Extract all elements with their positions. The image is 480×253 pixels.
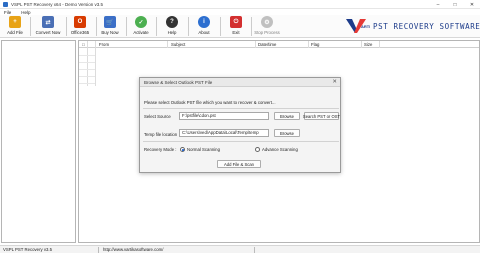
grid-row-line [79,62,95,63]
grid-column-line [167,41,168,48]
column-subject[interactable]: Subject [171,42,185,47]
status-website-link[interactable]: http://www.vartikasoftware.com/ [103,247,163,252]
cart-icon: 🛒 [104,16,116,28]
grid-column-line [95,41,96,86]
search-pst-ost-button[interactable]: Search PST or OST [303,112,340,120]
buy-now-label: Buy Now [101,30,119,35]
grid-row-line [79,55,95,56]
help-button[interactable]: ? Help [162,16,182,37]
dialog-title: Browse & Select Outlook PST File [144,80,213,85]
status-divider [254,247,255,253]
grid-header: □ From Subject Date/time Flag Size [79,41,479,48]
column-size[interactable]: Size [364,42,372,47]
help-label: Help [167,30,177,35]
toolbar-divider [66,17,67,36]
stop-process-label: Stop Process [254,30,280,35]
exit-label: Exit [232,30,240,35]
logo-text: PST RECOVERY SOFTWARE [373,21,480,31]
temp-location-label: Temp file location [144,132,178,137]
grid-row-line [79,69,95,70]
window-title: VSPL PST Recovery x64 - Demo Version v3.… [11,1,104,7]
grid-column-line [308,41,309,48]
grid-row-line [79,83,95,84]
dialog-instruction: Please select Outlook PST file which you… [144,100,276,105]
office365-button[interactable]: O Office365 [68,16,92,37]
add-file-button[interactable]: + Add File [4,16,26,37]
toolbar-divider [96,17,97,36]
exit-icon: ⏻ [230,16,242,28]
convert-now-button[interactable]: ⇄ Convert Now [34,16,62,37]
menu-help[interactable]: Help [21,10,30,15]
advance-scanning-radio[interactable] [255,147,260,152]
temp-path-field[interactable]: C:\Users\ved\AppData\Local\Temp\temp [179,129,269,137]
browse-source-button[interactable]: Browse [274,112,300,120]
info-icon: i [198,16,210,28]
activate-button[interactable]: ✓ Activate [130,16,152,37]
grid-column-line [255,41,256,48]
column-from[interactable]: From [99,42,109,47]
office365-icon: O [74,16,86,28]
normal-scanning-label: Normal Scanning [187,147,220,152]
folder-tree-pane[interactable] [1,40,76,243]
menu-file[interactable]: File [4,10,11,15]
dialog-divider [143,108,339,109]
toolbar-divider [251,17,252,36]
activate-label: Activate [133,30,149,35]
toolbar-divider [126,17,127,36]
about-label: About [198,30,210,35]
add-file-label: Add File [7,30,23,35]
select-source-label: Select Source [144,114,171,119]
about-button[interactable]: i About [193,16,215,37]
vartika-logo-icon: ARTIKA [346,19,370,33]
convert-now-label: Convert Now [35,30,61,35]
status-bar: VSPL PST Recovery v3.5 http://www.vartik… [0,245,480,253]
status-divider [98,247,99,253]
toolbar-divider [156,17,157,36]
title-bar: VSPL PST Recovery x64 - Demo Version v3.… [0,0,480,9]
normal-scanning-radio[interactable] [180,147,185,152]
check-icon: ✓ [135,16,147,28]
column-datetime[interactable]: Date/time [258,42,276,47]
app-icon [3,1,8,7]
grid-column-line [361,41,362,48]
maximize-button[interactable]: □ [447,0,463,9]
source-path-field[interactable]: F:\pstfile\cdon.pst [179,112,269,120]
svg-text:ARTIKA: ARTIKA [361,24,370,29]
toolbar-divider [30,17,31,36]
brand-logo: ARTIKA PST RECOVERY SOFTWARE [346,18,480,34]
buy-now-button[interactable]: 🛒 Buy Now [99,16,121,37]
browse-temp-button[interactable]: Browse [274,129,300,137]
dialog-divider [143,141,339,142]
office365-label: Office365 [70,30,90,35]
toolbar-divider [188,17,189,36]
column-flag[interactable]: Flag [311,42,319,47]
exit-button[interactable]: ⏻ Exit [226,16,246,37]
minimize-button[interactable]: – [430,0,446,9]
add-file-icon: + [9,16,21,28]
gear-icon: ⚙ [261,16,273,28]
grid-column-line [379,41,380,48]
recovery-mode-label: Recovery Mode : [144,147,177,152]
help-icon: ? [166,16,178,28]
browse-pst-dialog: Browse & Select Outlook PST File ✕ Pleas… [139,77,341,173]
advance-scanning-label: Advance Scanning [262,147,298,152]
close-window-button[interactable]: ✕ [464,0,480,9]
dialog-close-icon[interactable]: ✕ [332,79,337,85]
dialog-title-bar: Browse & Select Outlook PST File ✕ [140,78,340,87]
add-file-scan-button[interactable]: Add File & Scan [217,160,261,168]
stop-process-button[interactable]: ⚙ Stop Process [254,16,280,37]
grid-column-line [87,41,88,86]
status-app-name: VSPL PST Recovery v3.5 [3,247,52,252]
convert-icon: ⇄ [42,16,54,28]
toolbar-divider [220,17,221,36]
grid-row-line [79,76,95,77]
attachment-column-icon: □ [82,42,85,47]
